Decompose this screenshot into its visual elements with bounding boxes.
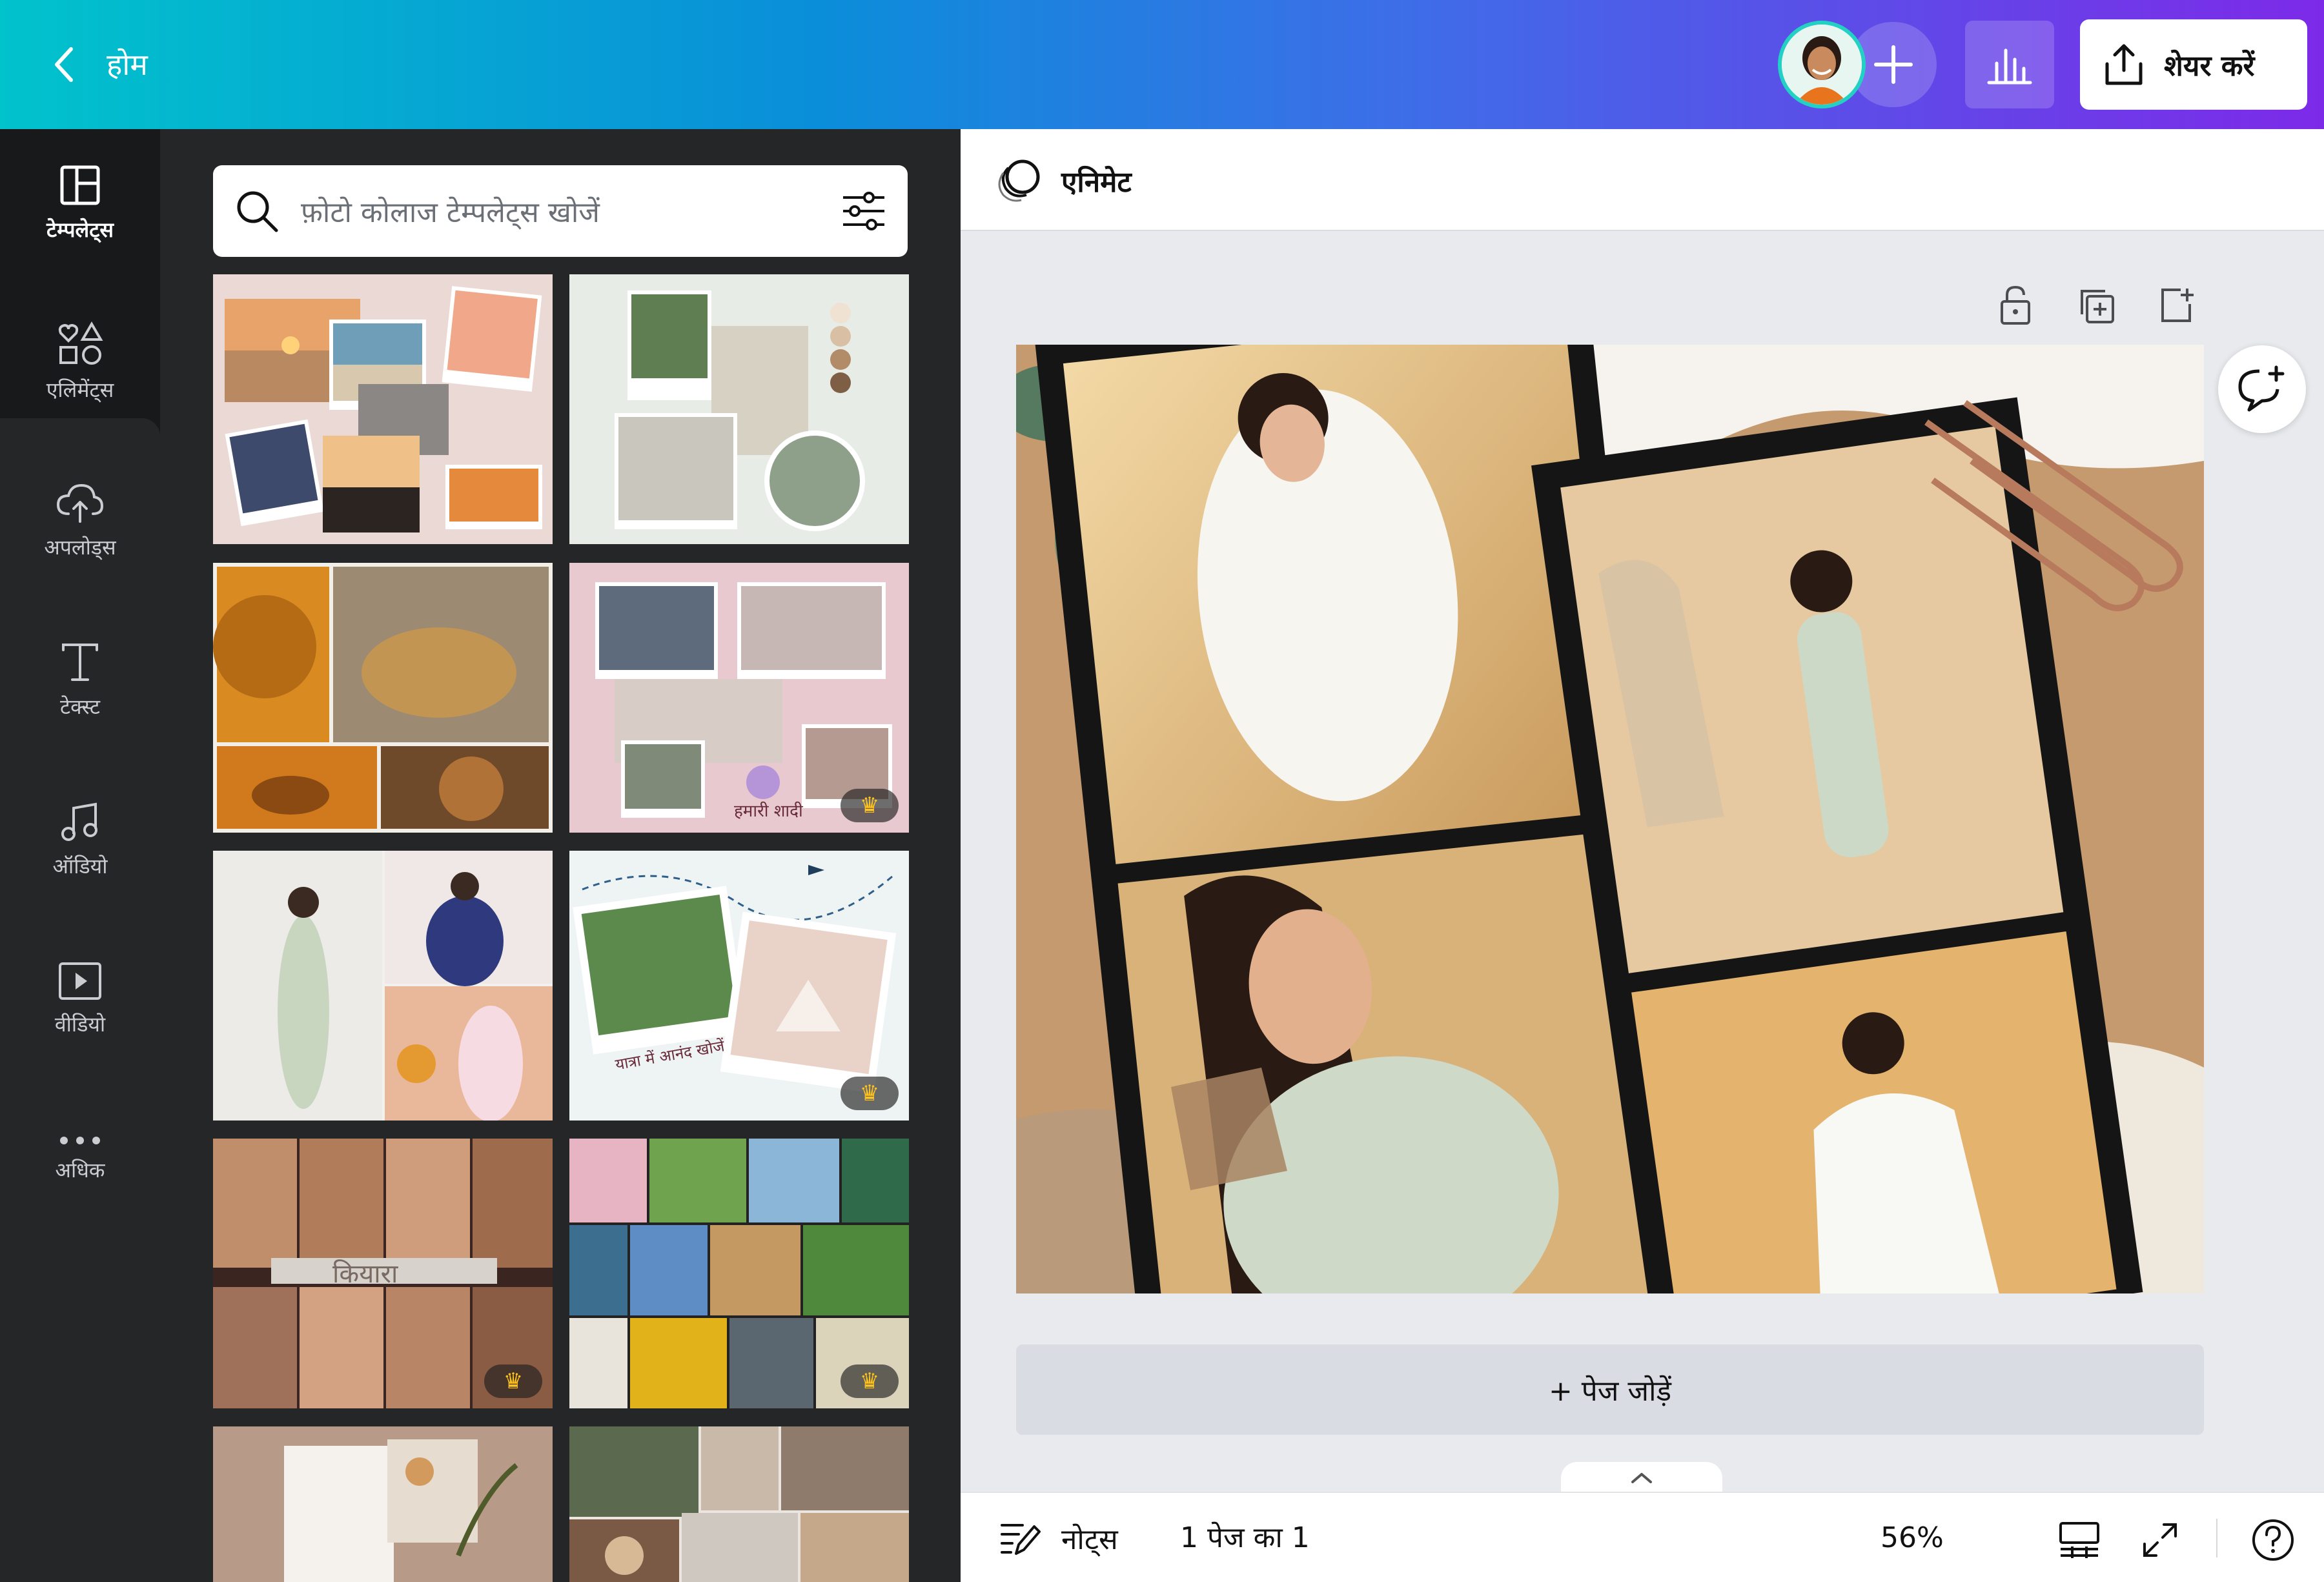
rail-label: अपलोड्स — [44, 534, 116, 560]
toolbar-divider — [2216, 1519, 2217, 1557]
add-page-label: + पेज जोड़ें — [1548, 1375, 1672, 1408]
bar-chart-icon — [1987, 48, 2032, 85]
share-button[interactable]: शेयर करें — [2080, 19, 2307, 110]
rail-label: वीडियो — [54, 1011, 106, 1037]
filter-sliders-icon[interactable] — [838, 188, 890, 234]
premium-crown-icon: ♛ — [484, 1364, 542, 1398]
home-link[interactable]: होम — [107, 39, 148, 90]
add-page-button[interactable]: + पेज जोड़ें — [1016, 1344, 2204, 1435]
template-search-field[interactable]: फ़ोटो कोलाज टेम्पलेट्स खोजें — [213, 165, 908, 257]
templates-panel: फ़ोटो कोलाज टेम्पलेट्स खोजें हमारी शादी … — [160, 129, 961, 1582]
template-nature-travel-grid[interactable]: ♛ — [569, 1139, 909, 1408]
editor-workspace: एनिमेट + पेज जोड़ें — [961, 129, 2324, 1582]
rail-item-audio[interactable]: ऑडियो — [0, 766, 160, 914]
rail-label: अधिक — [55, 1157, 105, 1182]
animate-icon — [998, 159, 1040, 202]
add-comment-button[interactable] — [2218, 345, 2306, 433]
template-beauty-collage[interactable]: कियारा ♛ — [213, 1139, 553, 1408]
zoom-level[interactable]: 56% — [1881, 1512, 1944, 1564]
elements-icon — [58, 321, 103, 365]
notes-icon — [1001, 1524, 1041, 1555]
premium-crown-icon: ♛ — [841, 789, 899, 822]
rail-item-text[interactable]: टेक्स्ट — [0, 606, 160, 755]
templates-icon — [60, 165, 100, 205]
top-bar: होम शेयर करें — [0, 0, 2324, 129]
plus-icon — [1873, 45, 1913, 84]
rail-item-more[interactable]: अधिक — [0, 1084, 160, 1233]
lock-page-icon[interactable] — [1991, 281, 2039, 329]
template-kurta-fashion-collage[interactable] — [213, 851, 553, 1121]
page-tools — [1991, 281, 2201, 332]
music-note-icon — [61, 802, 97, 841]
grid-view-icon[interactable] — [2055, 1516, 2103, 1564]
template-wedding-collage[interactable]: हमारी शादी ♛ — [569, 563, 909, 833]
comment-plus-icon — [2238, 365, 2285, 412]
analytics-button[interactable] — [1965, 21, 2054, 108]
design-canvas[interactable] — [1016, 345, 2204, 1293]
rail-label: टेम्पलेट्स — [46, 217, 114, 242]
avatar[interactable] — [1778, 21, 1866, 108]
back-chevron-icon[interactable] — [39, 35, 90, 94]
template-travel-collage[interactable]: यात्रा में आनंद खोजें ♛ — [569, 851, 909, 1121]
add-page-icon[interactable] — [2152, 281, 2201, 329]
tile-caption: हमारी शादी — [734, 802, 803, 821]
notes-label: नोट्स — [1061, 1523, 1118, 1556]
expand-pages-handle[interactable] — [1561, 1462, 1722, 1494]
context-toolbar: एनिमेट — [961, 129, 2324, 231]
share-label: शेयर करें — [2164, 50, 2255, 83]
rail-item-video[interactable]: वीडियो — [0, 925, 160, 1073]
template-lion-collage[interactable] — [213, 563, 553, 833]
template-cafe-work-collage[interactable] — [569, 1426, 909, 1582]
duplicate-page-icon[interactable] — [2072, 281, 2120, 329]
chevron-up-icon — [1631, 1473, 1652, 1483]
tile-caption: कियारा — [332, 1259, 398, 1289]
page-indicator: 1 पेज का 1 — [1180, 1521, 1310, 1554]
rail-label: टेक्स्ट — [60, 694, 100, 719]
notes-button[interactable]: नोट्स — [999, 1512, 1118, 1564]
rail-item-uploads[interactable]: अपलोड्स — [0, 447, 160, 595]
search-placeholder: फ़ोटो कोलाज टेम्पलेट्स खोजें — [301, 196, 600, 229]
left-rail: टेम्पलेट्स एलिमेंट्स अपलोड्स टेक्स्ट ऑडि… — [0, 129, 160, 1582]
video-play-icon — [59, 962, 101, 1000]
template-sunset-collage[interactable] — [213, 274, 553, 544]
bottom-bar: नोट्स 1 पेज का 1 56% — [961, 1492, 2324, 1582]
premium-crown-icon: ♛ — [841, 1364, 899, 1398]
rail-label: ऑडियो — [52, 853, 108, 878]
rail-item-elements[interactable]: एलिमेंट्स — [0, 287, 160, 436]
text-icon — [62, 643, 98, 681]
more-dots-icon — [60, 1136, 100, 1144]
share-upload-icon — [2105, 44, 2143, 85]
rail-label: एलिमेंट्स — [46, 377, 114, 402]
rail-item-templates[interactable]: टेम्पलेट्स — [0, 129, 160, 278]
premium-crown-icon: ♛ — [841, 1077, 899, 1110]
template-skincare-moodboard[interactable] — [213, 1426, 553, 1582]
search-icon — [237, 191, 278, 232]
upload-cloud-icon — [56, 483, 104, 523]
template-fashion-moodboard[interactable] — [569, 274, 909, 544]
animate-label: एनिमेट — [1061, 166, 1132, 199]
animate-button[interactable]: एनिमेट — [994, 154, 1132, 208]
help-icon[interactable] — [2248, 1516, 2297, 1564]
fullscreen-icon[interactable] — [2135, 1516, 2184, 1564]
